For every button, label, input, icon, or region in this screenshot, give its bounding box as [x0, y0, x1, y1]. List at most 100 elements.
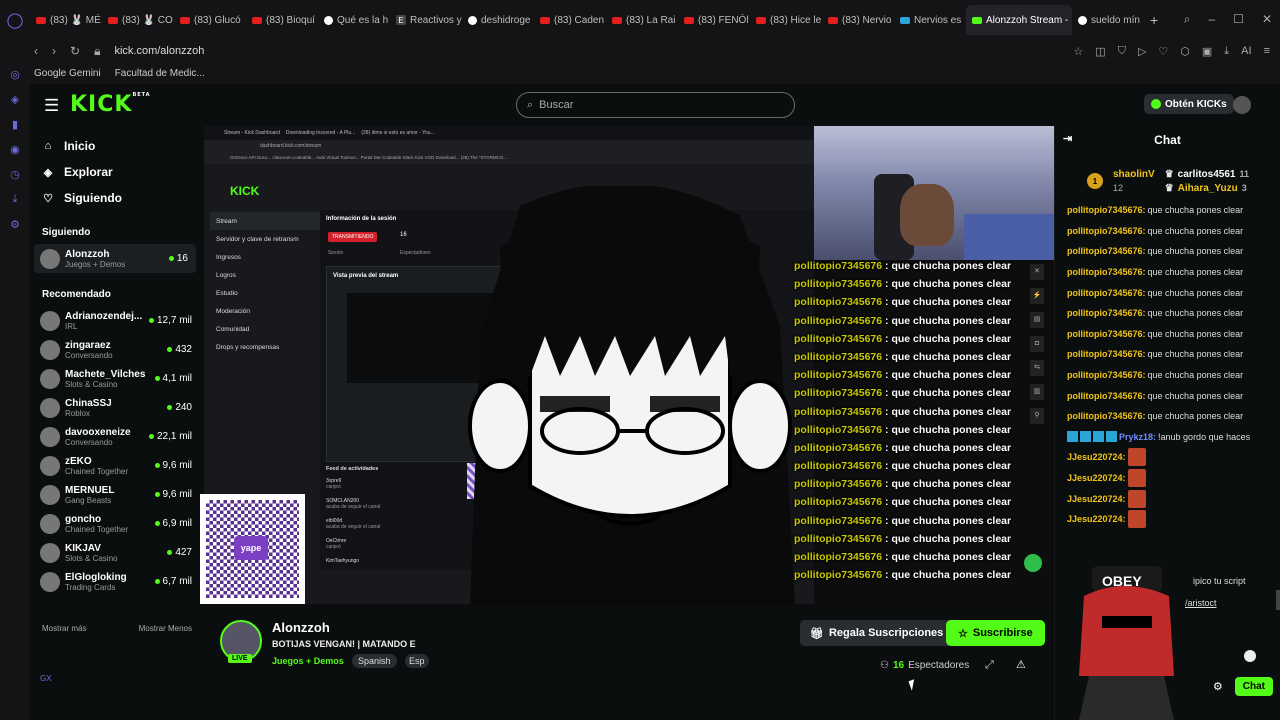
wallet-icon[interactable]: ▣ — [1202, 45, 1212, 58]
chat-send-button[interactable]: Chat — [1234, 676, 1273, 696]
gx-icon[interactable]: GX — [40, 674, 52, 683]
extensions-icon[interactable]: ⬡ — [1180, 45, 1190, 58]
close-icon[interactable]: ✕ — [1262, 12, 1272, 27]
forward-icon[interactable]: › — [52, 44, 56, 59]
get-kicks-button[interactable]: Obtén KICKs — [1144, 94, 1234, 114]
channel-item[interactable]: davooxeneize Conversando 22,1 mil — [30, 422, 200, 451]
bookmark-facultad[interactable]: Facultad de Medic... — [115, 68, 205, 79]
chat-username[interactable]: pollitopio7345676: — [1067, 370, 1146, 380]
browser-tab[interactable]: (83) FENÓl — [678, 5, 750, 35]
tag-second[interactable]: Esp — [405, 654, 429, 668]
twitch-icon[interactable]: ▮ — [12, 118, 18, 131]
opera-logo-icon[interactable]: ◯ — [0, 0, 30, 40]
download-icon[interactable]: ⤓ — [1224, 45, 1229, 58]
browser-tab[interactable]: E Reactivos y — [390, 5, 462, 35]
browser-tab[interactable]: Alonzzoh Stream - ∨ — [966, 5, 1072, 35]
shield-icon[interactable]: ⛉ — [1118, 45, 1126, 58]
chat-settings-icon[interactable]: ⚙ — [1213, 680, 1223, 693]
browser-tab[interactable]: (83) 🐰 MÉ — [30, 5, 102, 35]
heart-icon[interactable]: ♡ — [1158, 45, 1168, 58]
browser-tab[interactable]: (83) 🐰 CO — [102, 5, 174, 35]
avatar[interactable] — [1233, 96, 1251, 114]
chat-username[interactable]: Prykz18: — [1119, 432, 1156, 442]
stream-category[interactable]: Juegos + Demos — [272, 656, 344, 666]
browser-tab[interactable]: Nervios es — [894, 5, 966, 35]
chat-username[interactable]: pollitopio7345676: — [1067, 308, 1146, 318]
chat-username[interactable]: pollitopio7345676: — [1067, 349, 1146, 359]
channel-item[interactable]: ChinaSSJ Roblox 240 — [30, 393, 200, 422]
bookmark-icon[interactable]: ☆ — [1073, 45, 1083, 58]
emoji-icon[interactable] — [1244, 650, 1256, 662]
chat-username[interactable]: pollitopio7345676: — [1067, 391, 1146, 401]
sidebar-settings-icon[interactable]: ⚙ — [10, 218, 20, 231]
kick-logo[interactable]: KICKBETA — [70, 92, 151, 117]
chat-username[interactable]: pollitopio7345676: — [1067, 226, 1146, 236]
video-player[interactable]: Stream - Kick Dashboard Downloading Insc… — [200, 126, 1054, 606]
browser-tab[interactable]: (83) Caden — [534, 5, 606, 35]
hamburger-menu-icon[interactable]: ☰ — [44, 96, 59, 116]
browser-tab[interactable]: (83) Nervio — [822, 5, 894, 35]
chat-username[interactable]: JJesu220724: — [1067, 494, 1126, 504]
collapse-chat-icon[interactable]: ⇥ — [1063, 132, 1072, 145]
chat-username[interactable]: pollitopio7345676: — [1067, 267, 1146, 277]
browser-tab[interactable]: (83) Hice le — [750, 5, 822, 35]
browser-tab[interactable]: sueldo mín — [1072, 5, 1144, 35]
channel-item[interactable]: MERNUEL Gang Beasts 9,6 mil — [30, 480, 200, 509]
chat-username[interactable]: pollitopio7345676: — [1067, 246, 1146, 256]
history-icon[interactable]: ◷ — [10, 168, 20, 181]
chat-username[interactable]: JJesu220724: — [1067, 514, 1126, 524]
channel-item[interactable]: Machete_Vilches Slots & Casino 4,1 mil — [30, 364, 200, 393]
subscribe-button[interactable]: ☆ Suscribirse — [946, 620, 1045, 646]
browser-tab[interactable]: deshidroge — [462, 5, 534, 35]
report-icon[interactable]: ⚠ — [1016, 658, 1026, 671]
aria-icon[interactable]: ◎ — [10, 68, 20, 81]
search-tabs-icon[interactable]: ⌕ — [1184, 12, 1191, 27]
chat-username[interactable]: JJesu220724: — [1067, 473, 1126, 483]
reload-icon[interactable]: ↻ — [70, 44, 80, 59]
chat-username[interactable]: pollitopio7345676: — [1067, 329, 1146, 339]
gift-subs-button[interactable]: 🎁︎ Regala Suscripciones — [800, 620, 954, 646]
maximize-icon[interactable]: ☐ — [1233, 12, 1244, 27]
show-more-link[interactable]: Mostrar más — [42, 624, 86, 633]
channel-item[interactable]: Adrianozendej... IRL 12,7 mil — [30, 306, 200, 335]
show-less-link[interactable]: Mostrar Menos — [139, 624, 192, 633]
sidebar-item-explorar[interactable]: ◈ Explorar — [30, 159, 200, 185]
snapshot-icon[interactable]: ◫ — [1095, 45, 1105, 58]
chat-username[interactable]: pollitopio7345676: — [1067, 205, 1146, 215]
browser-tab[interactable]: (83) La Rai — [606, 5, 678, 35]
telegram-icon[interactable]: ◈ — [11, 93, 19, 106]
tag-spanish[interactable]: Spanish — [352, 654, 397, 668]
channel-item[interactable]: KIKJAV Slots & Casino 427 — [30, 538, 200, 567]
chat-scrollbar[interactable] — [1276, 590, 1280, 610]
leader-user[interactable]: shaolinV — [1113, 169, 1155, 180]
channel-item[interactable]: goncho Chained Together 6,9 mil — [30, 509, 200, 538]
sidebar-item-inicio[interactable]: ⌂ Inicio — [30, 133, 200, 159]
bookmark-gemini[interactable]: Google Gemini — [34, 68, 101, 79]
minimize-icon[interactable]: – — [1208, 12, 1215, 27]
chat-partial-link[interactable]: /aristoct — [1185, 598, 1217, 608]
browser-tab[interactable]: (83) Glucó — [174, 5, 246, 35]
search-input[interactable]: ⌕ Buscar — [516, 92, 795, 118]
chat-username[interactable]: JJesu220724: — [1067, 452, 1126, 462]
browser-tab[interactable]: (83) Bioquí — [246, 5, 318, 35]
menu-icon[interactable]: ≡ — [1264, 45, 1270, 58]
channel-item[interactable]: ElGlogloking Trading Cards 6,7 mil — [30, 567, 200, 596]
sidebar-download-icon[interactable]: ⤓ — [13, 193, 18, 206]
new-tab-icon[interactable]: + — [1150, 12, 1158, 28]
chat-username[interactable]: pollitopio7345676: — [1067, 288, 1146, 298]
url-field[interactable]: kick.com/alonzzoh — [114, 45, 204, 57]
whatsapp-icon[interactable]: ◉ — [10, 143, 20, 156]
channel-item[interactable]: zEKO Chained Together 9,6 mil — [30, 451, 200, 480]
sidebar-item-siguiendo[interactable]: ♡ Siguiendo — [30, 185, 200, 211]
streamer-name[interactable]: Alonzzoh — [272, 620, 330, 635]
channel-item[interactable]: zingaraez Conversando 432 — [30, 335, 200, 364]
leader-user[interactable]: carlitos4561 — [1178, 169, 1236, 180]
chat-username[interactable]: pollitopio7345676: — [1067, 411, 1146, 421]
back-icon[interactable]: ‹ — [34, 44, 38, 59]
play-icon[interactable]: ▷ — [1138, 45, 1146, 58]
share-icon[interactable]: ⤢ — [985, 659, 994, 672]
channel-item[interactable]: Alonzzoh Juegos + Demos 16 — [34, 244, 196, 273]
ai-icon[interactable]: AI — [1241, 45, 1251, 58]
browser-tab[interactable]: Qué es la h — [318, 5, 390, 35]
leader-user[interactable]: Aihara_Yuzu — [1178, 183, 1238, 194]
